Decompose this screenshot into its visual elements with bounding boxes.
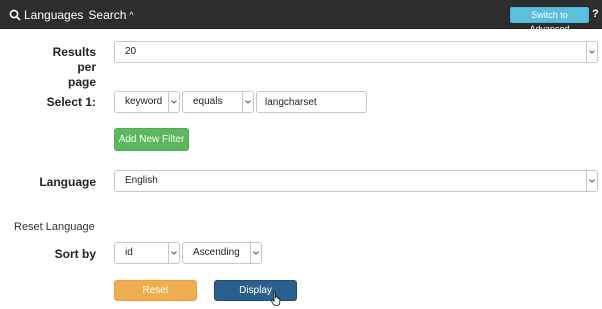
add-new-filter-button[interactable]: Add New Filter [114, 128, 189, 151]
results-per-page-select[interactable]: 20 [114, 41, 598, 63]
chevron-down-icon [250, 243, 261, 263]
hand-cursor-icon [271, 292, 281, 306]
reset-language-label: Reset Language [14, 221, 95, 233]
search-toggle[interactable]: Languages Search ^ [9, 7, 134, 23]
results-per-page-label: Results per page [52, 45, 96, 89]
display-button[interactable]: Display [214, 280, 297, 301]
help-icon[interactable]: ? [592, 9, 601, 20]
filter-label: Select 1: [46, 95, 96, 109]
filter-value-input[interactable] [256, 91, 367, 113]
filter-operator-select[interactable]: equals [182, 91, 254, 113]
sort-direction-select[interactable]: Ascending [182, 242, 262, 264]
chevron-down-icon [586, 42, 597, 62]
language-label: Language [39, 175, 96, 189]
page-title: Languages [24, 8, 84, 22]
reset-button[interactable]: Reset [114, 280, 197, 301]
search-label: Search [88, 8, 127, 22]
chevron-down-icon [168, 243, 179, 263]
chevron-up-icon: ^ [129, 10, 134, 20]
chevron-down-icon [586, 171, 597, 191]
chevron-down-icon [168, 92, 179, 112]
search-icon [9, 9, 21, 21]
switch-to-advanced-button[interactable]: Switch to Advanced [510, 7, 589, 34]
chevron-down-icon [242, 92, 253, 112]
sort-field-select[interactable]: id [114, 242, 180, 264]
filter-field-select[interactable]: keyword [114, 91, 180, 113]
sort-by-label: Sort by [54, 247, 96, 261]
language-select[interactable]: English [114, 170, 598, 192]
top-bar: Languages Search ^ Switch to Advanced ? [0, 0, 602, 34]
